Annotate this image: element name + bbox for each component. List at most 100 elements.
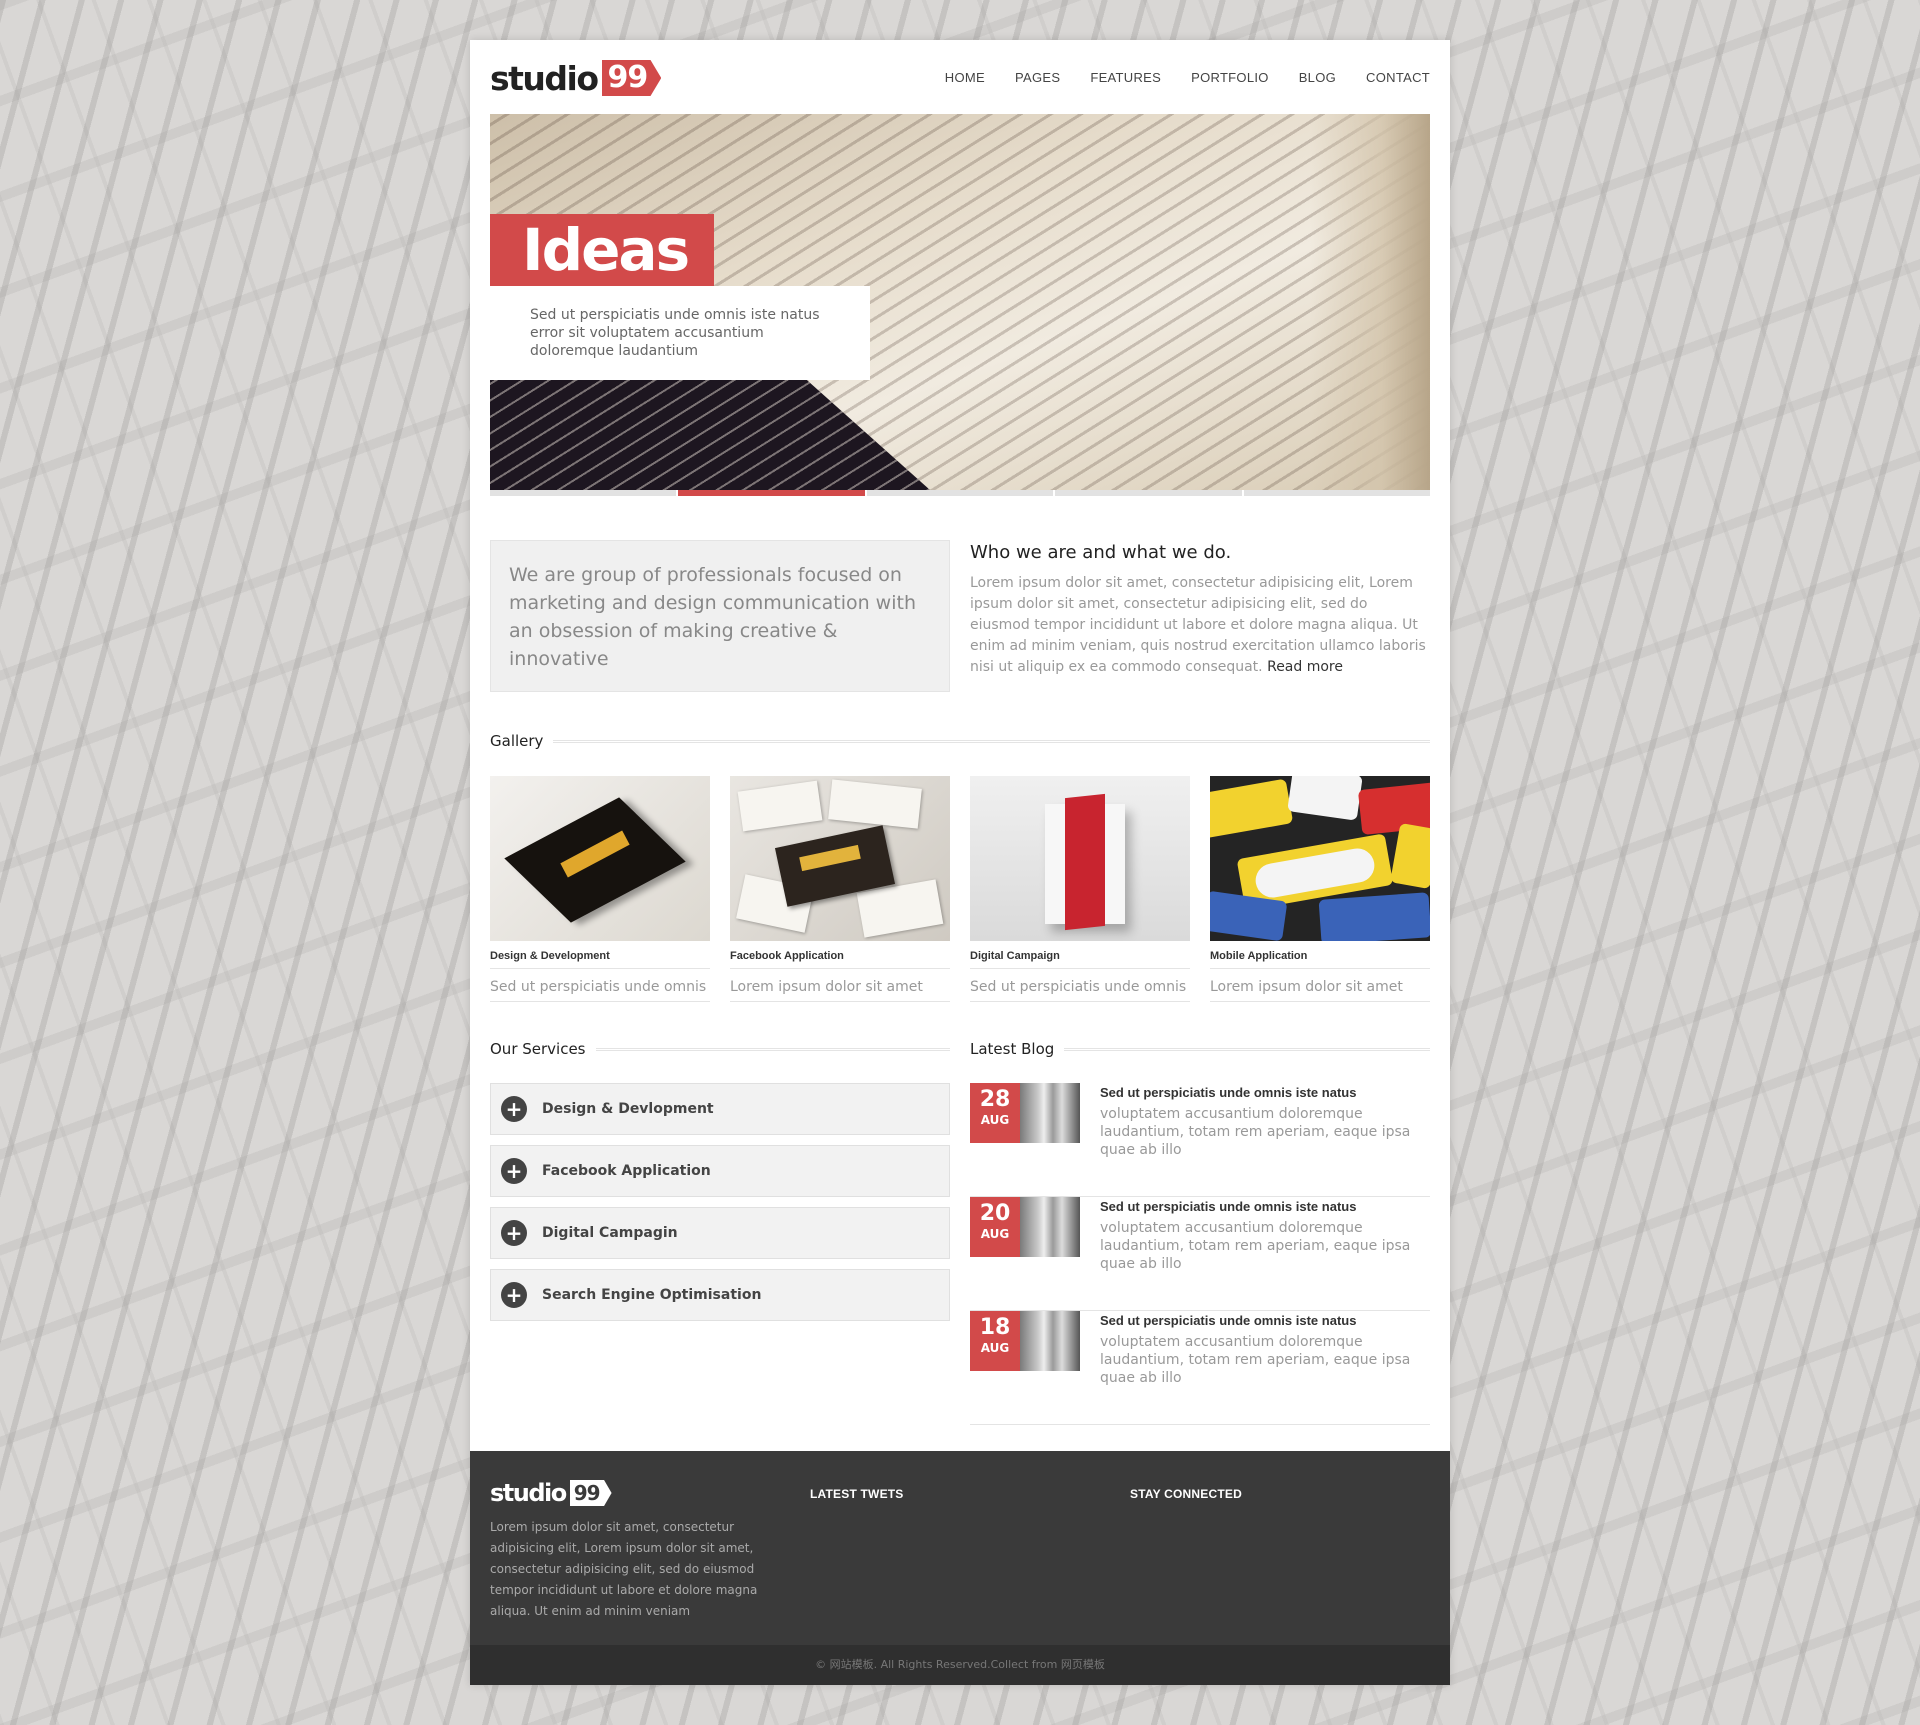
blog-list: 28 AUG Sed ut perspiciatis unde omnis is… xyxy=(970,1083,1430,1425)
post-photo xyxy=(1020,1197,1080,1257)
slider-pagination xyxy=(490,490,1431,496)
footer-logo-text: studio xyxy=(490,1479,567,1507)
hero-title: Ideas xyxy=(490,214,715,286)
gallery-image[interactable] xyxy=(970,776,1190,941)
gallery-grid: Design & Development Sed ut perspiciatis… xyxy=(490,776,1430,1002)
post-photo xyxy=(1020,1083,1080,1143)
post-date-badge: 20 AUG xyxy=(970,1197,1020,1257)
post-day: 28 xyxy=(979,1087,1011,1112)
plus-icon[interactable]: + xyxy=(501,1282,527,1308)
service-label: Design & Devlopment xyxy=(542,1101,714,1117)
gallery-image[interactable] xyxy=(490,776,710,941)
blog-post[interactable]: 28 AUG Sed ut perspiciatis unde omnis is… xyxy=(970,1083,1430,1197)
post-thumbnail[interactable]: 20 AUG xyxy=(970,1197,1080,1257)
gallery-heading: Gallery xyxy=(490,732,544,750)
gallery-item[interactable]: Mobile Application Lorem ipsum dolor sit… xyxy=(1210,776,1430,1002)
footer-about: Lorem ipsum dolor sit amet, consectetur … xyxy=(490,1520,758,1618)
hero-slide[interactable]: Ideas Sed ut perspiciatis unde omnis ist… xyxy=(490,114,1430,490)
services-accordion: + Design & Devlopment + Facebook Applica… xyxy=(490,1083,950,1331)
footer: studio 99 Lorem ipsum dolor sit amet, co… xyxy=(470,1451,1450,1645)
nav-features[interactable]: FEATURES xyxy=(1090,70,1161,85)
about-body: Lorem ipsum dolor sit amet, consectetur … xyxy=(970,573,1430,678)
plus-icon[interactable]: + xyxy=(501,1096,527,1122)
main-nav: HOME PAGES FEATURES PORTFOLIO BLOG CONTA… xyxy=(945,70,1430,85)
gallery-heading-row: Gallery xyxy=(490,732,1430,750)
gallery-item-desc: Lorem ipsum dolor sit amet xyxy=(730,979,950,1002)
post-title[interactable]: Sed ut perspiciatis unde omnis iste natu… xyxy=(1100,1199,1430,1214)
logo-text: studio xyxy=(490,58,599,98)
gallery-item-title: Facebook Application xyxy=(730,950,950,969)
gallery-item-title: Mobile Application xyxy=(1210,950,1430,969)
service-label: Facebook Application xyxy=(542,1163,711,1179)
service-item[interactable]: + Digital Campagin xyxy=(490,1207,950,1259)
hero-caption: Sed ut perspiciatis unde omnis iste natu… xyxy=(490,286,870,380)
about-heading: Who we are and what we do. xyxy=(970,542,1232,563)
post-thumbnail[interactable]: 28 AUG xyxy=(970,1083,1080,1143)
intro-about: Who we are and what we do. Lorem ipsum d… xyxy=(970,542,1430,678)
gallery-item-desc: Sed ut perspiciatis unde omnis xyxy=(970,979,1190,1002)
post-excerpt: voluptatem accusantium doloremque laudan… xyxy=(1100,1334,1411,1386)
copyright: © 网站模板. All Rights Reserved.Collect from… xyxy=(470,1645,1450,1685)
post-photo xyxy=(1020,1311,1080,1371)
nav-blog[interactable]: BLOG xyxy=(1299,70,1336,85)
nav-portfolio[interactable]: PORTFOLIO xyxy=(1191,70,1269,85)
gallery-item[interactable]: Facebook Application Lorem ipsum dolor s… xyxy=(730,776,950,1002)
post-title[interactable]: Sed ut perspiciatis unde omnis iste natu… xyxy=(1100,1085,1430,1100)
gallery-image[interactable] xyxy=(730,776,950,941)
post-date-badge: 28 AUG xyxy=(970,1083,1020,1143)
service-item[interactable]: + Search Engine Optimisation xyxy=(490,1269,950,1321)
blog-heading-row: Latest Blog xyxy=(970,1040,1430,1058)
gallery-item-title: Digital Campaign xyxy=(970,950,1190,969)
gallery-item[interactable]: Design & Development Sed ut perspiciatis… xyxy=(490,776,710,1002)
post-thumbnail[interactable]: 18 AUG xyxy=(970,1311,1080,1371)
blog-heading-rule xyxy=(1064,1047,1430,1051)
services-heading: Our Services xyxy=(490,1040,586,1058)
service-label: Digital Campagin xyxy=(542,1225,678,1241)
read-more-link[interactable]: Read more xyxy=(1267,659,1343,675)
footer-logo-badge: 99 xyxy=(569,1480,612,1506)
slider-dot-3[interactable] xyxy=(866,490,1054,496)
plus-icon[interactable]: + xyxy=(501,1220,527,1246)
blog-post[interactable]: 18 AUG Sed ut perspiciatis unde omnis is… xyxy=(970,1311,1430,1425)
page-container: studio 99 HOME PAGES FEATURES PORTFOLIO … xyxy=(470,40,1450,1685)
footer-connected-heading: STAY CONNECTED xyxy=(1130,1487,1242,1501)
plus-icon[interactable]: + xyxy=(501,1158,527,1184)
gallery-item-title: Design & Development xyxy=(490,950,710,969)
footer-tweets-heading: LATEST TWETS xyxy=(810,1487,904,1501)
hero-page-fold xyxy=(1310,114,1430,490)
gallery-heading-rule xyxy=(553,739,1430,743)
blog-post[interactable]: 20 AUG Sed ut perspiciatis unde omnis is… xyxy=(970,1197,1430,1311)
post-title[interactable]: Sed ut perspiciatis unde omnis iste natu… xyxy=(1100,1313,1430,1328)
post-day: 20 xyxy=(979,1201,1011,1226)
nav-home[interactable]: HOME xyxy=(945,70,985,85)
services-heading-row: Our Services xyxy=(490,1040,950,1058)
service-item[interactable]: + Design & Devlopment xyxy=(490,1083,950,1135)
slider-dot-2[interactable] xyxy=(678,490,865,496)
gallery-item-desc: Sed ut perspiciatis unde omnis xyxy=(490,979,710,1002)
site-logo[interactable]: studio 99 xyxy=(490,56,662,100)
nav-contact[interactable]: CONTACT xyxy=(1366,70,1430,85)
post-month: AUG xyxy=(980,1227,1010,1241)
slider-dot-1[interactable] xyxy=(490,490,677,496)
service-item[interactable]: + Facebook Application xyxy=(490,1145,950,1197)
service-label: Search Engine Optimisation xyxy=(542,1287,762,1303)
post-month: AUG xyxy=(980,1113,1010,1127)
gallery-image[interactable] xyxy=(1210,776,1430,941)
footer-logo[interactable]: studio 99 xyxy=(490,1479,612,1507)
nav-pages[interactable]: PAGES xyxy=(1015,70,1060,85)
blog-heading: Latest Blog xyxy=(970,1040,1055,1058)
slider-dot-5[interactable] xyxy=(1243,490,1431,496)
slider-dot-4[interactable] xyxy=(1055,490,1242,496)
intro-tagline: We are group of professionals focused on… xyxy=(490,540,950,692)
gallery-item[interactable]: Digital Campaign Sed ut perspiciatis und… xyxy=(970,776,1190,1002)
services-heading-rule xyxy=(595,1047,950,1051)
post-excerpt: voluptatem accusantium doloremque laudan… xyxy=(1100,1220,1411,1272)
about-body-text: Lorem ipsum dolor sit amet, consectetur … xyxy=(970,575,1426,675)
post-date-badge: 18 AUG xyxy=(970,1311,1020,1371)
header: studio 99 HOME PAGES FEATURES PORTFOLIO … xyxy=(490,56,1430,100)
post-excerpt: voluptatem accusantium doloremque laudan… xyxy=(1100,1106,1411,1158)
logo-badge: 99 xyxy=(601,60,662,96)
post-day: 18 xyxy=(979,1315,1011,1340)
post-month: AUG xyxy=(980,1341,1010,1355)
gallery-item-desc: Lorem ipsum dolor sit amet xyxy=(1210,979,1430,1002)
